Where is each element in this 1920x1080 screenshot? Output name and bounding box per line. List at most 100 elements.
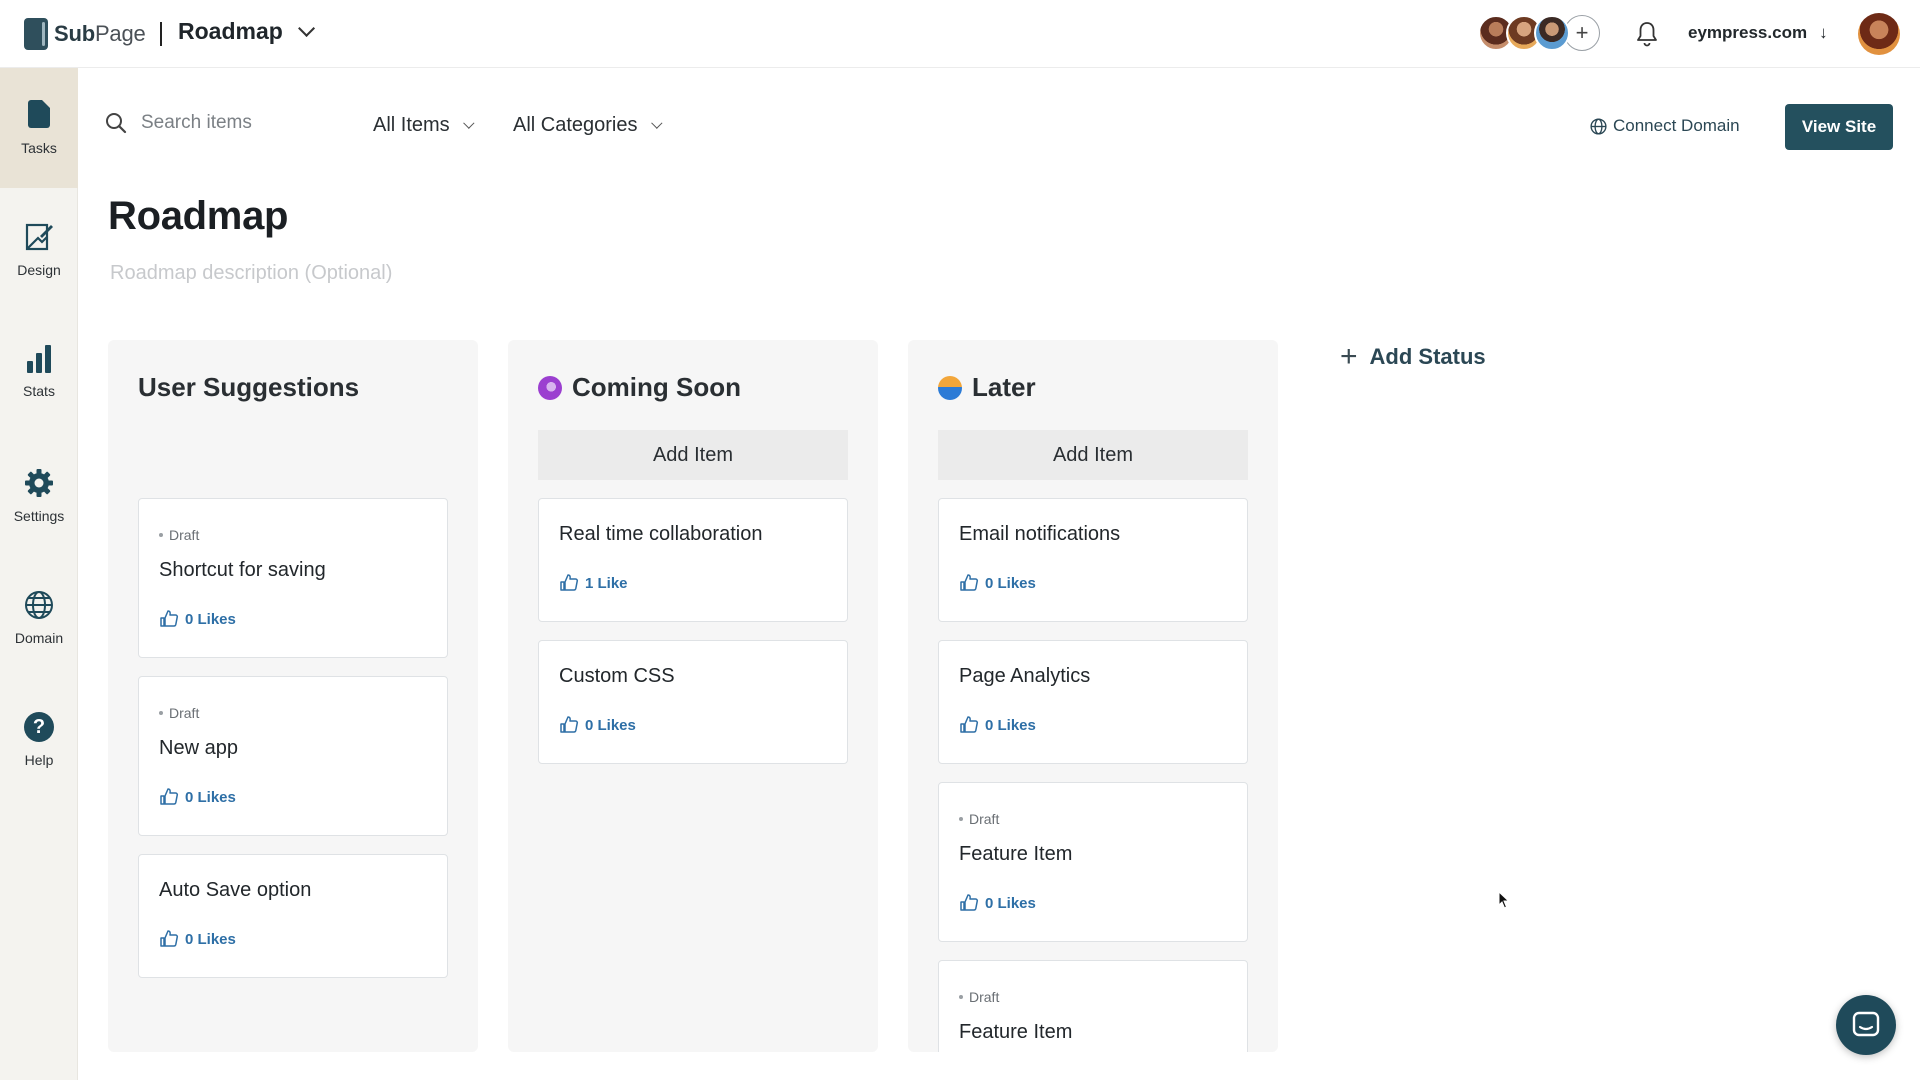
status-badge: Draft <box>959 989 999 1005</box>
roadmap-card[interactable]: Page Analytics 0 Likes <box>938 640 1248 764</box>
search-icon <box>106 113 127 134</box>
gear-icon <box>25 469 53 497</box>
status-color-icon <box>538 375 562 400</box>
like-count: 0 Likes <box>185 788 236 806</box>
connect-domain-link[interactable]: Connect Domain <box>1590 116 1740 136</box>
brand-name: SubPage <box>54 21 146 46</box>
roadmap-card[interactable]: Auto Save option 0 Likes <box>138 854 448 978</box>
filter-items-label: All Items <box>373 114 450 136</box>
roadmap-card[interactable]: Draft Feature Item <box>938 960 1248 1052</box>
card-title: Page Analytics <box>959 665 1091 687</box>
like-count: 0 Likes <box>985 894 1036 912</box>
sidebar-item-label: Tasks <box>21 140 57 156</box>
like-button[interactable]: 1 Like <box>559 573 628 593</box>
status-badge: Draft <box>959 811 999 827</box>
stats-icon <box>24 345 54 373</box>
thumbs-up-icon <box>560 574 579 591</box>
like-button[interactable]: 0 Likes <box>159 929 236 949</box>
thumbs-up-icon <box>960 894 979 911</box>
like-count: 0 Likes <box>185 930 236 948</box>
filter-categories-dropdown[interactable]: All Categories <box>513 114 663 137</box>
like-count: 0 Likes <box>185 610 236 628</box>
search-bar <box>105 112 355 134</box>
divider <box>160 22 162 46</box>
roadmap-card[interactable]: Draft Shortcut for saving 0 Likes <box>138 498 448 658</box>
arrow-down-icon: ↓ <box>1819 23 1828 42</box>
avatar[interactable] <box>1534 15 1570 51</box>
globe-icon <box>25 591 53 619</box>
chevron-down-icon <box>462 117 475 129</box>
like-button[interactable]: 0 Likes <box>959 893 1036 913</box>
chat-launcher-button[interactable] <box>1836 995 1896 1055</box>
add-item-button[interactable]: Add Item <box>938 430 1248 480</box>
design-icon <box>25 223 53 251</box>
filter-items-dropdown[interactable]: All Items <box>373 114 475 137</box>
sidebar-item-label: Domain <box>14 630 64 646</box>
card-title: Email notifications <box>959 523 1121 545</box>
like-button[interactable]: 0 Likes <box>959 573 1036 593</box>
status-column: Later Add Item Email notifications 0 Lik… <box>908 340 1278 1052</box>
domain-label: eympress.com <box>1688 23 1808 42</box>
roadmap-card[interactable]: Draft New app 0 Likes <box>138 676 448 836</box>
brand-logo[interactable]: SubPage <box>24 18 146 50</box>
subpage-logo-icon <box>24 18 48 50</box>
bell-icon[interactable] <box>1635 20 1659 48</box>
column-title: Later <box>972 372 1036 402</box>
like-button[interactable]: 0 Likes <box>159 787 236 807</box>
page-switcher[interactable]: Roadmap <box>178 18 315 45</box>
team-avatars[interactable]: + <box>1478 15 1600 51</box>
column-title: User Suggestions <box>138 372 360 402</box>
globe-icon <box>1590 117 1607 135</box>
roadmap-card[interactable]: Custom CSS 0 Likes <box>538 640 848 764</box>
add-status-button[interactable]: + Add Status <box>1340 342 1486 372</box>
like-button[interactable]: 0 Likes <box>159 609 236 629</box>
thumbs-up-icon <box>560 716 579 733</box>
column-title: Coming Soon <box>572 372 741 402</box>
sidebar-item-domain[interactable]: Domain <box>0 558 78 678</box>
card-title: New app <box>159 737 238 759</box>
roadmap-card[interactable]: Real time collaboration 1 Like <box>538 498 848 622</box>
column-header[interactable]: Coming Soon <box>538 372 741 403</box>
help-icon: ? <box>24 712 54 742</box>
sidebar-item-label: Design <box>17 262 61 278</box>
roadmap-card[interactable]: Email notifications 0 Likes <box>938 498 1248 622</box>
like-count: 0 Likes <box>585 716 636 734</box>
status-color-icon <box>938 375 962 400</box>
sidebar: Tasks Design Stats Settings Domain ? Hel… <box>0 68 78 1080</box>
plus-icon: + <box>1340 340 1358 373</box>
column-header[interactable]: Later <box>938 372 1036 403</box>
domain-switcher[interactable]: eympress.com ↓ <box>1688 23 1828 43</box>
document-icon <box>24 100 54 130</box>
add-item-button[interactable]: Add Item <box>538 430 848 480</box>
top-bar: SubPage Roadmap + eympress.com ↓ <box>0 0 1920 68</box>
sidebar-item-settings[interactable]: Settings <box>0 436 78 556</box>
like-count: 1 Like <box>585 574 628 592</box>
sidebar-item-label: Stats <box>23 383 55 399</box>
mouse-cursor-icon <box>1498 891 1510 909</box>
thumbs-up-icon <box>960 574 979 591</box>
description-field[interactable]: Roadmap description (Optional) <box>110 262 392 285</box>
sidebar-item-design[interactable]: Design <box>0 190 78 310</box>
chevron-down-icon <box>650 117 663 129</box>
view-site-button[interactable]: View Site <box>1785 104 1893 150</box>
user-avatar[interactable] <box>1858 13 1900 55</box>
sidebar-item-help[interactable]: ? Help <box>0 680 78 800</box>
thumbs-up-icon <box>160 610 179 627</box>
column-header[interactable]: User Suggestions <box>138 372 359 403</box>
filter-categories-label: All Categories <box>513 114 638 136</box>
like-count: 0 Likes <box>985 716 1036 734</box>
chat-icon <box>1852 1011 1880 1037</box>
card-title: Auto Save option <box>159 879 312 901</box>
add-status-label: Add Status <box>1369 344 1486 369</box>
sidebar-item-tasks[interactable]: Tasks <box>0 68 78 188</box>
roadmap-card[interactable]: Draft Feature Item 0 Likes <box>938 782 1248 942</box>
like-button[interactable]: 0 Likes <box>959 715 1036 735</box>
card-title: Shortcut for saving <box>159 559 326 581</box>
search-input[interactable] <box>141 112 341 134</box>
card-title: Feature Item <box>959 1021 1073 1043</box>
card-title: Real time collaboration <box>559 523 763 545</box>
sidebar-item-stats[interactable]: Stats <box>0 312 78 432</box>
sidebar-item-label: Help <box>24 752 54 768</box>
thumbs-up-icon <box>160 788 179 805</box>
like-button[interactable]: 0 Likes <box>559 715 636 735</box>
